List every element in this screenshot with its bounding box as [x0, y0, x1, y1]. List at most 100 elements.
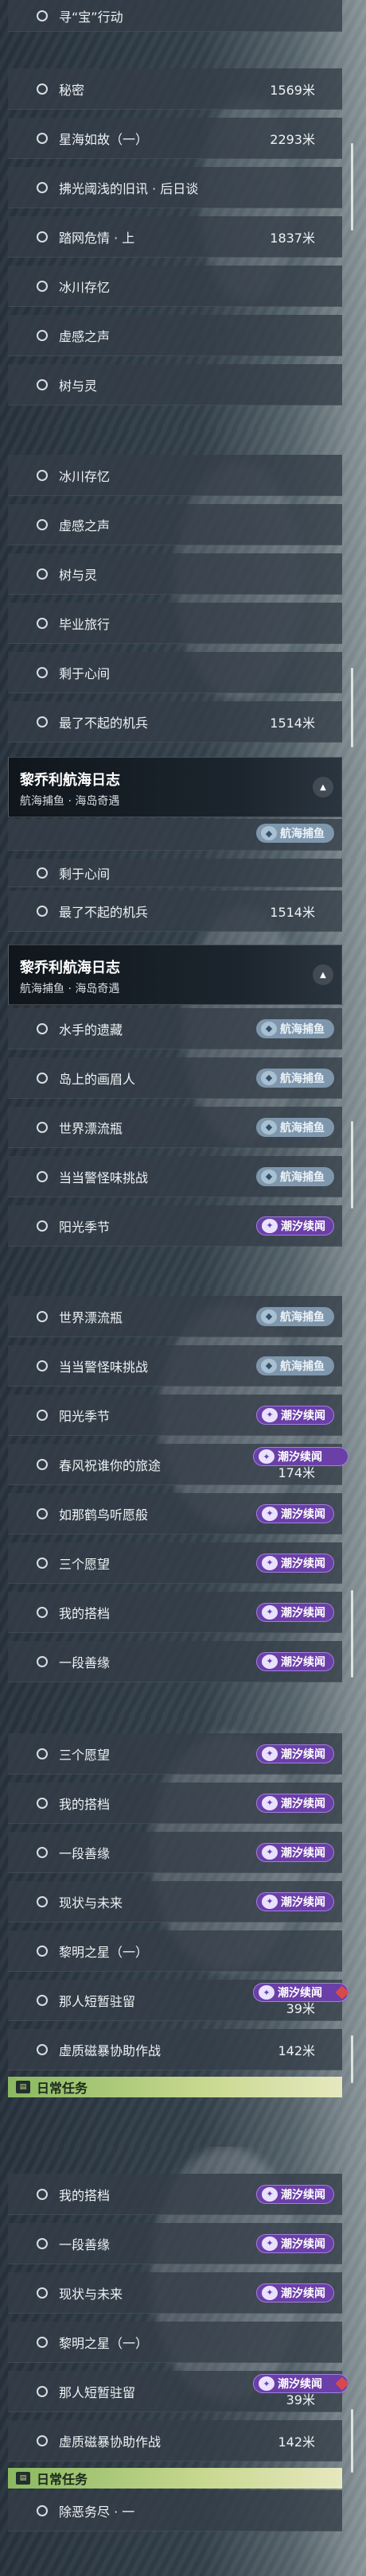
quest-distance: 142米: [278, 2043, 315, 2058]
daily-tasks-bar[interactable]: ▤ 日常任务: [8, 2468, 342, 2489]
scrollbar[interactable]: [351, 143, 353, 231]
quest-row[interactable]: 最了不起的机兵 1514米: [8, 701, 342, 743]
scrollbar[interactable]: [351, 2035, 353, 2083]
quest-row[interactable]: 现状与未来 ✦ 潮汐续闻: [8, 1881, 342, 1922]
quest-row[interactable]: 世界漂流瓶 ◆ 航海捕鱼: [8, 1296, 342, 1337]
circle-outline-icon: [37, 905, 48, 917]
quest-row[interactable]: 现状与未来 ✦ 潮汐续闻: [8, 2272, 342, 2314]
circle-outline-icon: [37, 1022, 48, 1034]
quest-row[interactable]: 那人短暂驻留 ✦ 潮汐续闻 39米: [8, 2371, 349, 2412]
tag-icon: ◆: [261, 1309, 277, 1324]
tag-label: 航海捕鱼: [280, 1310, 325, 1324]
quest-row[interactable]: 虚质磁暴协助作战 142米: [8, 2029, 342, 2070]
quest-row[interactable]: 虚感之声: [8, 504, 342, 545]
tag-icon: ◆: [261, 1169, 277, 1184]
quest-group-header[interactable]: 黎乔利航海日志 航海捕鱼 · 海岛奇遇 ▲: [8, 945, 342, 1005]
quest-row[interactable]: 寻“宝”行动: [8, 0, 342, 32]
quest-row[interactable]: 我的搭档 ✦ 潮汐续闻: [8, 1592, 342, 1633]
quest-row[interactable]: 虚质磁暴协助作战 142米: [8, 2420, 342, 2462]
quest-row[interactable]: 除恶务尽 · 一: [8, 2490, 342, 2531]
quest-label: 星海如故（一）: [59, 131, 149, 147]
tag-label: 潮汐续闻: [281, 1655, 325, 1669]
tag-icon: ✦: [259, 2376, 274, 2391]
quest-distance: 174米: [278, 1465, 315, 1480]
scrollbar[interactable]: [351, 1121, 353, 1208]
circle-outline-icon: [37, 2237, 48, 2249]
quest-row[interactable]: 踏网危情 · 上 1837米: [8, 216, 342, 258]
quest-row[interactable]: 剩于心间: [8, 859, 342, 887]
tag-badge: ✦ 潮汐续闻: [256, 1503, 334, 1523]
quest-label: 除恶务尽 · 一: [59, 2504, 135, 2520]
quest-row[interactable]: 星海如故（一） 2293米: [8, 118, 342, 159]
tag-icon: ✦: [259, 1985, 274, 2000]
quest-row[interactable]: 最了不起的机兵 1514米: [8, 890, 342, 932]
quest-row[interactable]: 当当警怪味挑战 ◆ 航海捕鱼: [8, 1156, 342, 1197]
circle-outline-icon: [37, 83, 48, 95]
tag-label: 潮汐续闻: [281, 1895, 325, 1909]
quest-distance: 1569米: [270, 82, 315, 98]
tag-label: 潮汐续闻: [281, 1748, 325, 1761]
quest-group-header[interactable]: 黎乔利航海日志 航海捕鱼 · 海岛奇遇 ▲: [8, 757, 342, 817]
quest-row[interactable]: 秘密 1569米: [8, 68, 342, 110]
book-icon: ▤: [16, 2081, 30, 2093]
quest-row[interactable]: 树与灵: [8, 364, 342, 405]
circle-outline-icon: [37, 231, 48, 242]
quest-row[interactable]: 如那鹤鸟听愿般 ✦ 潮汐续闻: [8, 1493, 342, 1534]
quest-row[interactable]: 一段善缘 ✦ 潮汐续闻: [8, 1641, 342, 1682]
quest-distance: 1514米: [270, 715, 315, 731]
triangle-up-icon[interactable]: ▲: [313, 964, 333, 985]
quest-row[interactable]: 我的搭档 ✦ 潮汐续闻: [8, 2174, 342, 2215]
quest-row[interactable]: 世界漂流瓶 ◆ 航海捕鱼: [8, 1107, 342, 1148]
quest-row[interactable]: 冰川存忆: [8, 266, 342, 307]
circle-outline-icon: [37, 10, 48, 21]
quest-row[interactable]: 当当警怪味挑战 ◆ 航海捕鱼: [8, 1345, 342, 1387]
circle-outline-icon: [37, 1557, 48, 1569]
scrollbar[interactable]: [351, 1590, 353, 1678]
quest-row[interactable]: 水手的遗藏 ◆ 航海捕鱼: [8, 1008, 342, 1049]
quest-row[interactable]: 树与灵: [8, 553, 342, 595]
quest-row[interactable]: 春风祝谁你的旅途 ✦ 潮汐续闻 174米: [8, 1444, 348, 1485]
tag-icon: ✦: [262, 2285, 278, 2300]
tag-badge: ✦ 潮汐续闻: [256, 1793, 334, 1813]
quest-row[interactable]: ◆ 航海捕鱼: [8, 819, 342, 851]
quest-row[interactable]: 阳光季节 ✦ 潮汐续闻: [8, 1205, 342, 1247]
tag-label: 航海捕鱼: [280, 1072, 325, 1085]
tag-icon: ✦: [262, 1407, 278, 1422]
daily-tasks-bar[interactable]: ▤ 日常任务: [8, 2077, 342, 2097]
quest-row[interactable]: 三个愿望 ✦ 潮汐续闻: [8, 1542, 342, 1584]
tag-badge: ✦ 潮汐续闻: [256, 1602, 334, 1622]
quest-row[interactable]: 拂光阈浅的旧讯 · 后日谈: [8, 167, 342, 208]
quest-row[interactable]: 岛上的画眉人 ◆ 航海捕鱼: [8, 1057, 342, 1099]
tag-badge: ✦ 潮汐续闻: [256, 1842, 334, 1862]
circle-outline-icon: [37, 1945, 48, 1957]
quest-row[interactable]: 三个愿望 ✦ 潮汐续闻: [8, 1733, 342, 1775]
circle-outline-icon: [37, 617, 48, 629]
circle-outline-icon: [37, 568, 48, 580]
quest-row[interactable]: 一段善缘 ✦ 潮汐续闻: [8, 1832, 342, 1873]
quest-row[interactable]: 一段善缘 ✦ 潮汐续闻: [8, 2223, 342, 2264]
quest-row[interactable]: 剩于心间: [8, 652, 342, 693]
circle-outline-icon: [37, 1220, 48, 1232]
quest-row[interactable]: 阳光季节 ✦ 潮汐续闻: [8, 1395, 342, 1436]
scrollbar[interactable]: [351, 2409, 353, 2473]
quest-row[interactable]: 黎明之星（一）: [8, 1930, 342, 1972]
circle-outline-icon: [37, 1606, 48, 1618]
tag-icon: ◆: [261, 826, 277, 840]
triangle-up-icon[interactable]: ▲: [313, 777, 333, 797]
tag-icon: ◆: [261, 1119, 277, 1135]
quest-label: 当当警怪味挑战: [59, 1359, 149, 1375]
quest-label: 现状与未来: [59, 1895, 123, 1911]
quest-row[interactable]: 冰川存忆: [8, 455, 342, 496]
quest-row[interactable]: 那人短暂驻留 ✦ 潮汐续闻 39米: [8, 1980, 349, 2021]
quest-label: 三个愿望: [59, 1747, 111, 1763]
scrollbar[interactable]: [351, 668, 353, 747]
tag-icon: ◆: [261, 1070, 277, 1085]
tag-icon: ◆: [261, 1021, 277, 1036]
quest-distance: 142米: [278, 2434, 315, 2450]
tag-badge: ✦ 潮汐续闻: [256, 2184, 334, 2204]
quest-row[interactable]: 虚感之声: [8, 315, 342, 356]
quest-label: 黎明之星（一）: [59, 1944, 149, 1960]
quest-row[interactable]: 黎明之星（一）: [8, 2322, 342, 2363]
quest-row[interactable]: 毕业旅行: [8, 603, 342, 644]
quest-row[interactable]: 我的搭档 ✦ 潮汐续闻: [8, 1783, 342, 1824]
